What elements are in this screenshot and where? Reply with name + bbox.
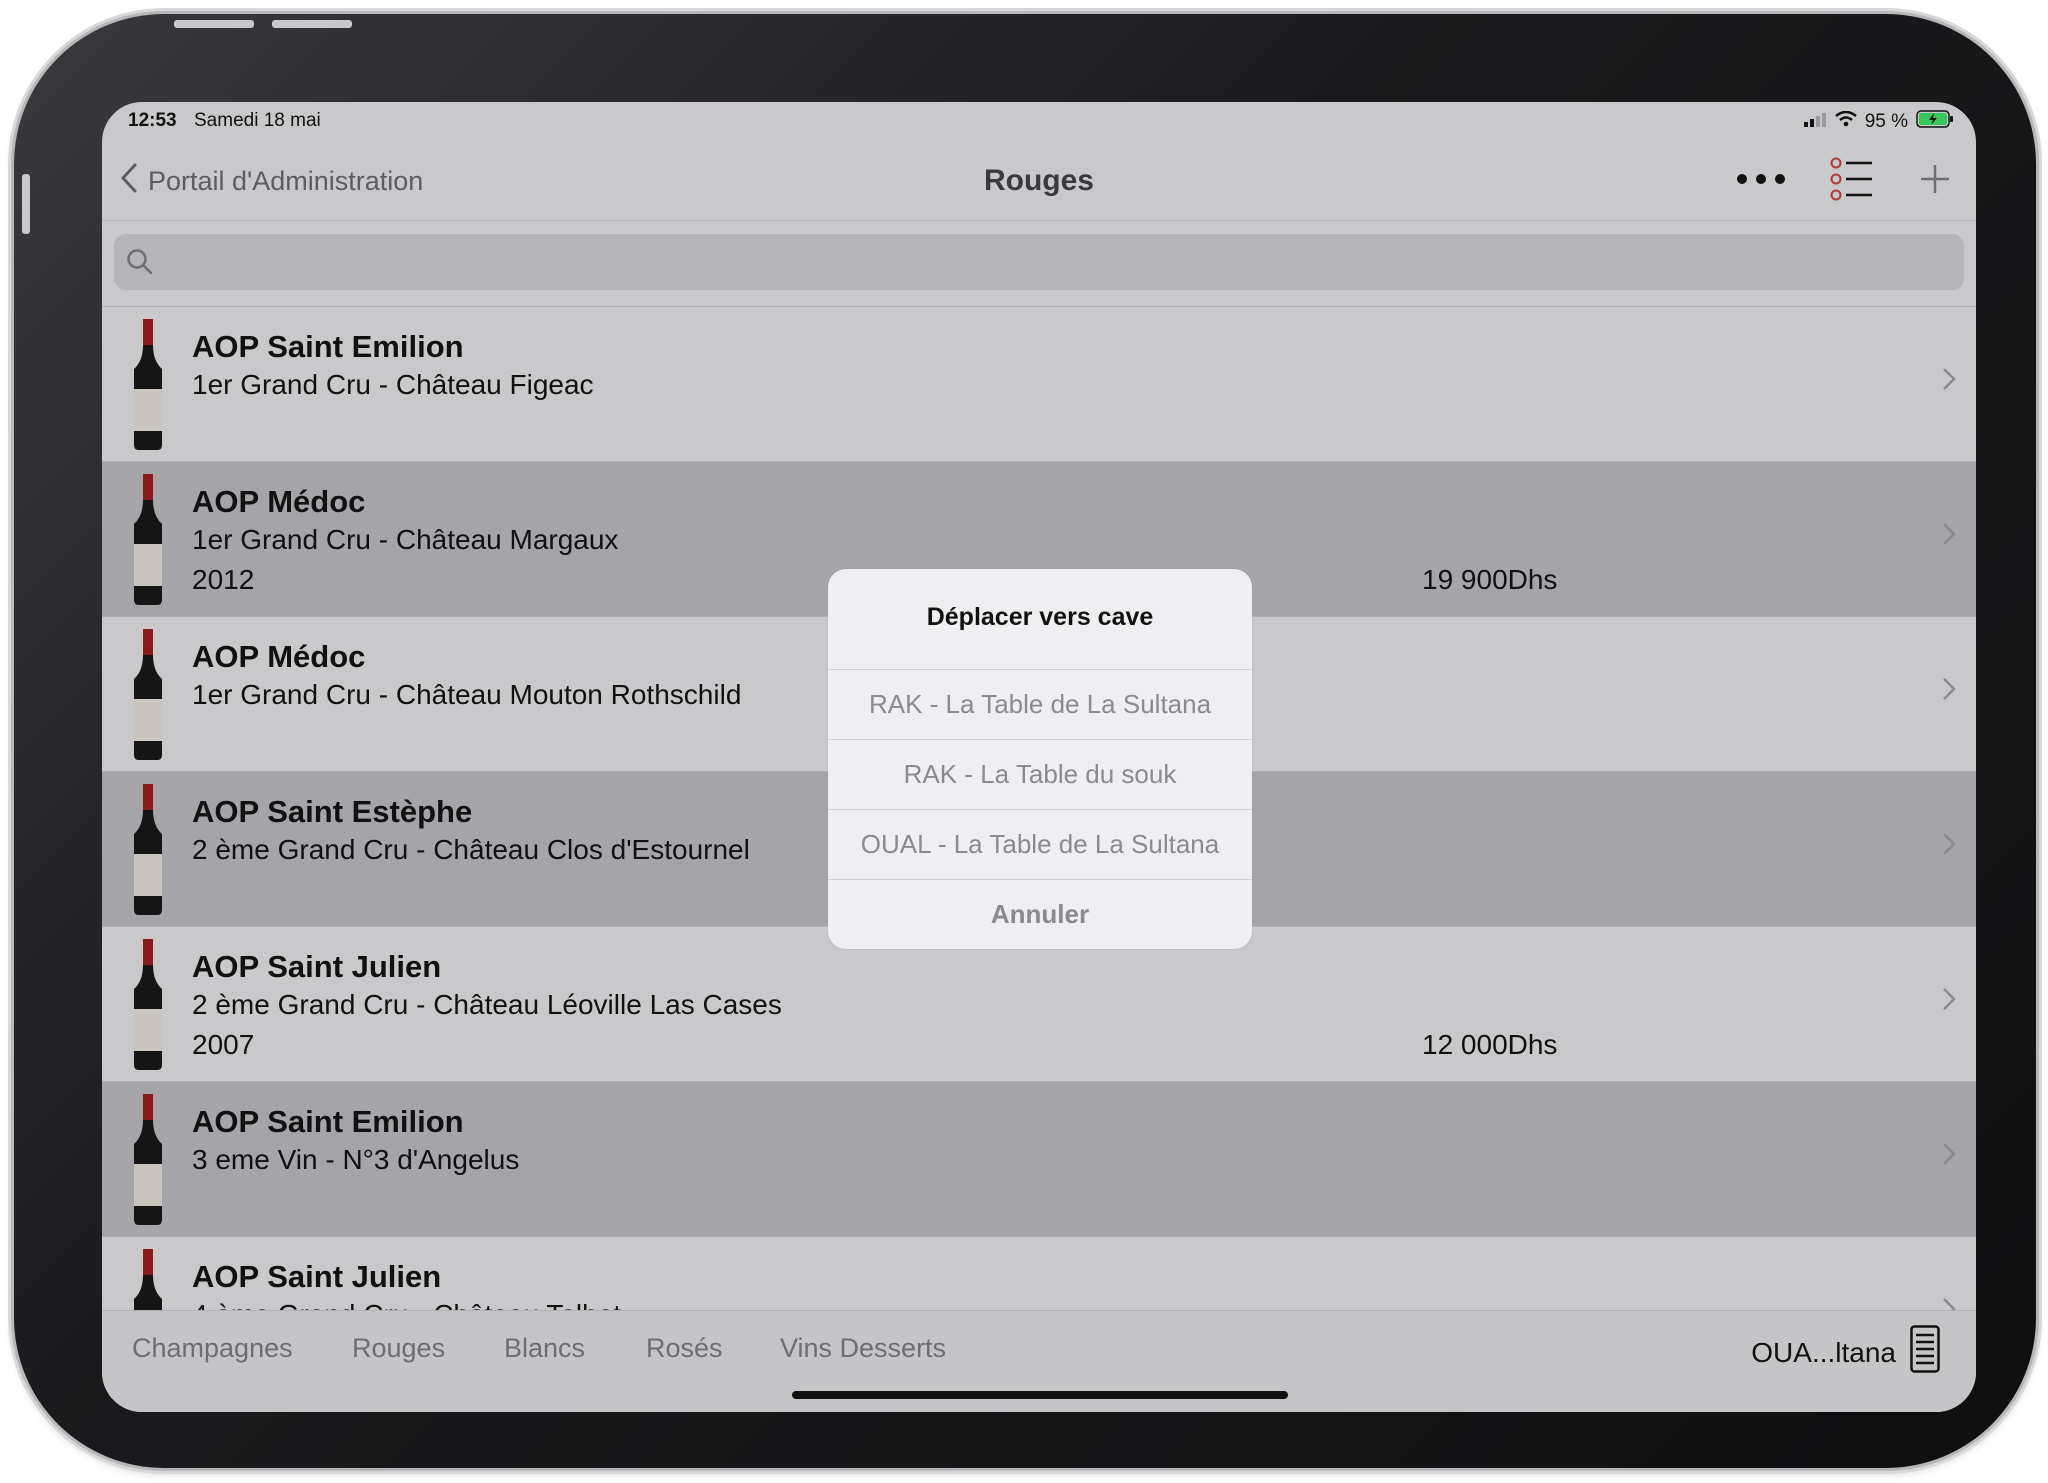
dialog-title: Déplacer vers cave (828, 569, 1252, 670)
wine-row[interactable]: AOP Saint Julien 2 ème Grand Cru - Châte… (102, 926, 1976, 1081)
chevron-right-icon (1942, 987, 1956, 1016)
navigation-bar: Portail d'Administration Rouges (102, 142, 1976, 221)
wine-appellation: AOP Saint Emilion (192, 329, 464, 364)
wine-bottle-icon (130, 319, 166, 456)
wine-appellation: AOP Médoc (192, 639, 366, 674)
signal-icon (1803, 111, 1827, 133)
wine-name: 2 ème Grand Cru - Château Léoville Las C… (192, 989, 782, 1020)
cellar-label: OUA...ltana (1751, 1336, 1896, 1368)
status-date: Samedi 18 mai (194, 110, 321, 131)
dialog-option[interactable]: RAK - La Table de La Sultana (828, 670, 1252, 740)
home-indicator (792, 1391, 1288, 1399)
wine-bottle-icon (130, 474, 166, 611)
wine-row[interactable]: AOP Saint Emilion 1er Grand Cru - Châtea… (102, 306, 1976, 461)
wine-appellation: AOP Saint Emilion (192, 1104, 464, 1139)
chevron-right-icon (1942, 832, 1956, 861)
battery-percent: 95 % (1864, 111, 1908, 132)
top-button (272, 20, 352, 28)
wine-appellation: AOP Saint Julien (192, 949, 442, 984)
wine-bottle-icon (130, 939, 166, 1076)
battery-charging-icon (1916, 110, 1954, 134)
top-button (174, 20, 254, 28)
wine-name: 1er Grand Cru - Château Margaux (192, 524, 619, 555)
wine-price: 19 900Dhs (1422, 564, 1558, 595)
move-to-cellar-dialog: Déplacer vers cave RAK - La Table de La … (828, 569, 1252, 949)
wine-appellation: AOP Médoc (192, 484, 366, 519)
status-bar: 12:53 Samedi 18 mai 95 % (102, 102, 1976, 142)
wine-year: 2007 (192, 1029, 255, 1060)
ipad-frame: 12:53 Samedi 18 mai 95 % Portail d'Admin… (14, 14, 2036, 1468)
tab-rouges[interactable]: Rouges (352, 1333, 445, 1364)
screen: 12:53 Samedi 18 mai 95 % Portail d'Admin… (102, 102, 1976, 1412)
tab-blancs[interactable]: Blancs (504, 1333, 585, 1364)
list-view-icon[interactable] (1830, 157, 1874, 206)
chevron-right-icon (1942, 677, 1956, 706)
wine-price: 12 000Dhs (1422, 1029, 1558, 1060)
wine-bottle-icon (130, 784, 166, 921)
wine-row[interactable]: AOP Saint Emilion 3 eme Vin - N°3 d'Ange… (102, 1081, 1976, 1236)
dialog-option[interactable]: OUAL - La Table de La Sultana (828, 810, 1252, 880)
dialog-option[interactable]: RAK - La Table du souk (828, 740, 1252, 810)
tab-champagnes[interactable]: Champagnes (132, 1333, 293, 1364)
chevron-right-icon (1942, 522, 1956, 551)
more-options-icon[interactable] (1736, 172, 1786, 190)
wine-name: 1er Grand Cru - Château Figeac (192, 369, 594, 400)
wine-name: 2 ème Grand Cru - Château Clos d'Estourn… (192, 834, 750, 865)
wine-year: 2012 (192, 564, 255, 595)
wine-appellation: AOP Saint Estèphe (192, 794, 473, 829)
wine-appellation: AOP Saint Julien (192, 1259, 442, 1294)
side-button (22, 174, 30, 234)
wine-name: 3 eme Vin - N°3 d'Angelus (192, 1144, 520, 1175)
wifi-icon (1834, 110, 1857, 133)
status-time: 12:53 (128, 110, 177, 131)
chevron-right-icon (1942, 367, 1956, 396)
add-icon[interactable] (1918, 162, 1952, 201)
chevron-right-icon (1942, 1142, 1956, 1171)
cellar-selector[interactable]: OUA...ltana (1751, 1325, 1940, 1380)
search-bar[interactable] (114, 234, 1964, 290)
page-title: Rouges (983, 164, 1094, 197)
wine-cellar-icon (1910, 1325, 1940, 1380)
wine-bottle-icon (130, 1094, 166, 1231)
tab-roses[interactable]: Rosés (646, 1333, 723, 1364)
wine-bottle-icon (130, 629, 166, 766)
tab-vins-desserts[interactable]: Vins Desserts (780, 1333, 946, 1364)
search-icon (126, 248, 154, 281)
wine-name: 1er Grand Cru - Château Mouton Rothschil… (192, 679, 742, 710)
cancel-button[interactable]: Annuler (828, 880, 1252, 949)
